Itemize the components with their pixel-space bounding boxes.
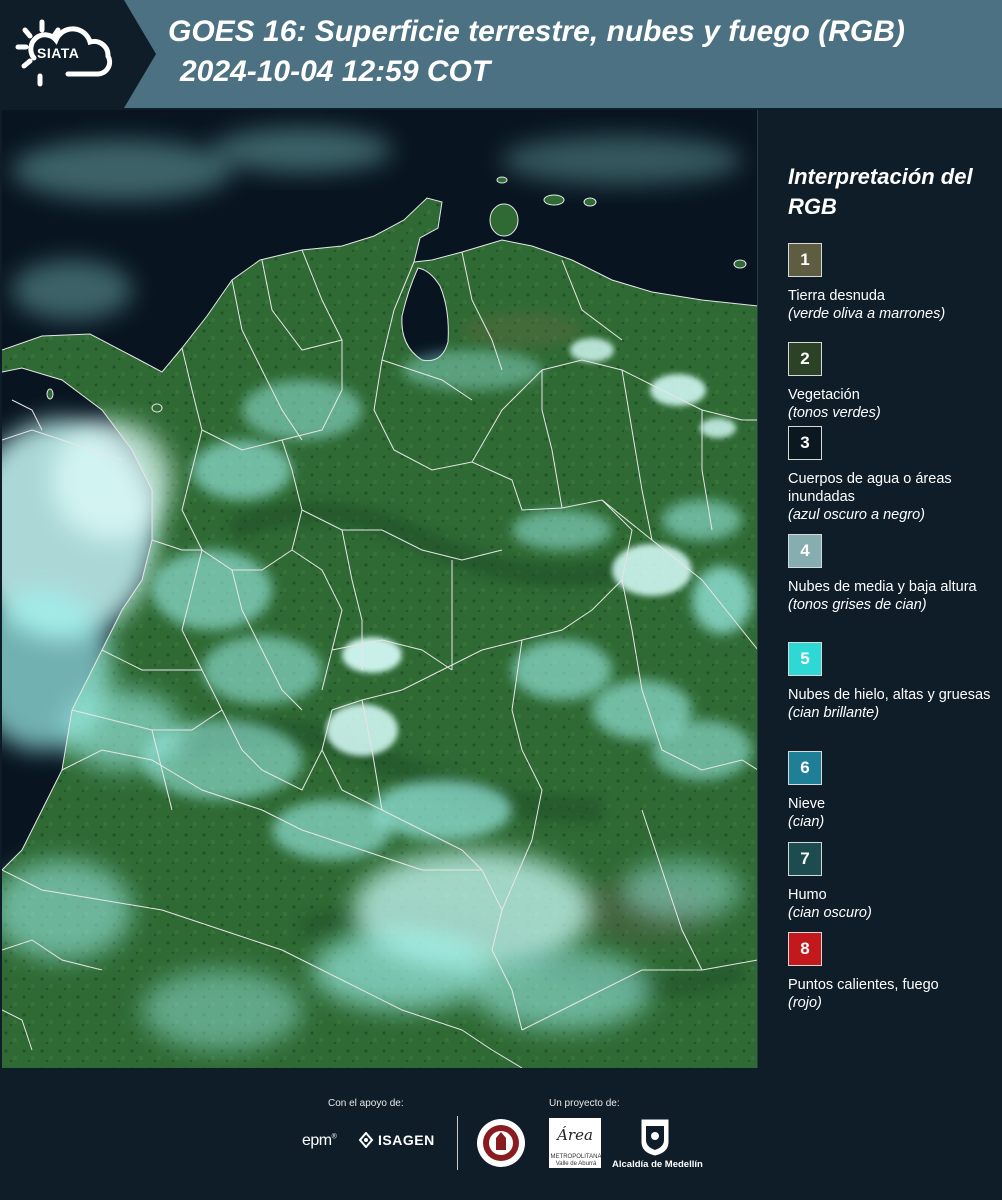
medellin-shield-icon: [641, 1119, 669, 1156]
legend-description: (azul oscuro a negro): [788, 507, 926, 523]
legend-label: Nubes de hielo, altas y gruesas: [788, 687, 991, 703]
alcaldia-text: Alcaldía de Medellín: [612, 1159, 703, 1170]
legend-item-5: 5 Nubes de hielo, altas y gruesas (cian br…: [788, 642, 996, 722]
legend-item-1: 1 Tierra desnuda (verde oliva a marrones): [788, 243, 996, 323]
isagen-logo: ISAGEN: [358, 1132, 435, 1148]
legend-label: Humo: [788, 887, 827, 903]
legend-item-8: 8 Puntos calientes, fuego (rojo): [788, 932, 996, 1012]
legend-description: (rojo): [788, 995, 822, 1011]
header-bar: SIATA GOES 16: Superficie terrestre, nub…: [0, 0, 1002, 108]
legend-description: (verde oliva a marrones): [788, 306, 946, 322]
page-title: GOES 16: Superficie terrestre, nubes y f…: [168, 15, 905, 48]
project-label: Un proyecto de:: [549, 1098, 620, 1109]
epm-logo: epm®: [302, 1132, 337, 1149]
legend-item-2: 2 Vegetación (tonos verdes): [788, 342, 996, 422]
legend-swatch: 2: [788, 342, 822, 376]
legend-swatch: 5: [788, 642, 822, 676]
legend-description: (cian oscuro): [788, 905, 872, 921]
legend-label: Vegetación: [788, 387, 860, 403]
footer-divider: [457, 1116, 458, 1170]
legend-item-3: 3 Cuerpos de agua o áreas inundadas (azul …: [788, 426, 996, 524]
page-timestamp: 2024-10-04 12:59 COT: [180, 55, 491, 88]
legend-label: Nieve: [788, 796, 826, 812]
legend-title: Interpretación del RGB: [788, 164, 973, 219]
siata-logo: SIATA: [0, 0, 156, 108]
legend-swatch: 3: [788, 426, 822, 460]
amva-small-text: METROPOLITANA Valle de Aburrá: [550, 1154, 602, 1167]
legend-item-6: 6 Nieve (cian): [788, 751, 996, 831]
satellite-image: [2, 110, 757, 1068]
legend-label: Tierra desnuda: [788, 288, 885, 304]
legend-swatch: 6: [788, 751, 822, 785]
satellite-map[interactable]: [2, 110, 758, 1068]
legend-description: (tonos grises de cian): [788, 597, 927, 613]
legend-label: Cuerpos de agua o áreas inundadas: [788, 471, 952, 505]
university-seal-icon: [477, 1119, 525, 1167]
legend-panel: Interpretación del RGB 1 Tierra desnuda (v…: [770, 110, 996, 1068]
legend-swatch: 4: [788, 534, 822, 568]
footer: Con el apoyo de: Un proyecto de: epm® IS…: [0, 1070, 1002, 1200]
isagen-icon: [358, 1132, 374, 1148]
siata-logo-text: SIATA: [37, 45, 80, 61]
legend-swatch: 8: [788, 932, 822, 966]
legend-swatch: 1: [788, 243, 822, 277]
support-label: Con el apoyo de:: [328, 1098, 404, 1109]
legend-swatch: 7: [788, 842, 822, 876]
legend-description: (tonos verdes): [788, 405, 881, 421]
legend-label: Puntos calientes, fuego: [788, 977, 939, 993]
legend-item-7: 7 Humo (cian oscuro): [788, 842, 996, 922]
legend-item-4: 4 Nubes de media y baja altura (tonos gris…: [788, 534, 996, 614]
legend-label: Nubes de media y baja altura: [788, 579, 977, 595]
legend-description: (cian): [788, 814, 825, 830]
legend-description: (cian brillante): [788, 705, 880, 721]
